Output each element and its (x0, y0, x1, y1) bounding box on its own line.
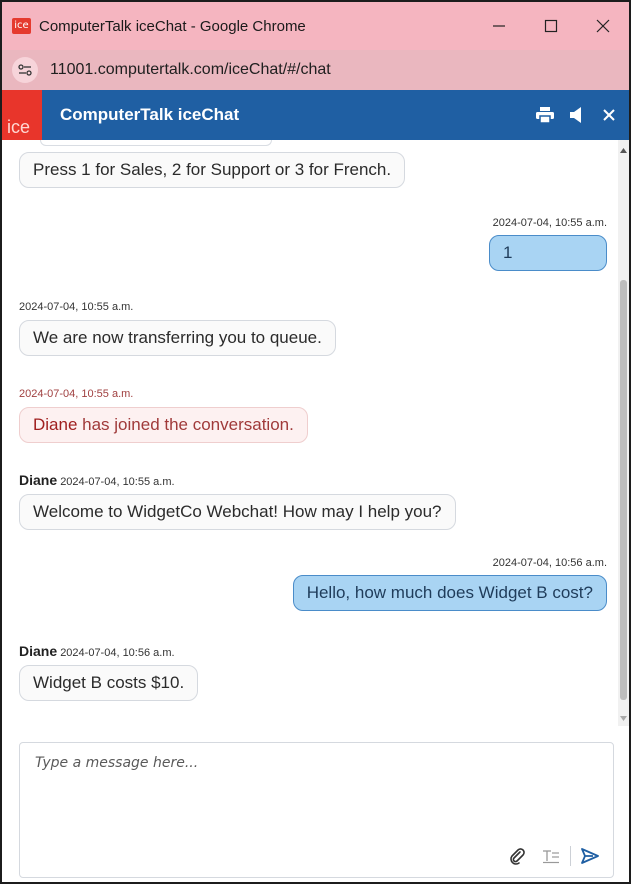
message-timestamp: 2024-07-04, 10:55 a.m. (19, 301, 134, 313)
scroll-thumb[interactable] (620, 280, 627, 700)
sender-name: Diane (19, 472, 58, 488)
printer-icon (536, 107, 554, 123)
message-bubble: Widget B costs $10. (19, 665, 199, 701)
message-timestamp: 2024-07-04, 10:56 a.m. (60, 647, 175, 659)
ice-logo: ice (2, 90, 42, 140)
message-list[interactable]: Press 1 for Sales, 2 for Support or 3 fo… (2, 140, 629, 726)
agent-name: Diane (33, 415, 78, 434)
text-format-button[interactable] (534, 843, 568, 869)
message-bubble: Welcome to WidgetCo Webchat! How may I h… (19, 494, 456, 530)
maximize-button[interactable] (525, 2, 577, 50)
system-text: has joined the conversation. (77, 415, 294, 434)
maximize-icon (544, 19, 558, 33)
chat-header: ice ComputerTalk iceChat (2, 90, 629, 140)
message-bubble: We are now transferring you to queue. (19, 320, 336, 356)
send-icon (581, 848, 599, 864)
window-controls (473, 2, 629, 50)
message-timestamp: 2024-07-04, 10:56 a.m. (492, 557, 607, 569)
attach-button[interactable] (500, 843, 534, 869)
message-incoming: Diane 2024-07-04, 10:55 a.m. Welcome to … (19, 472, 456, 530)
browser-window: ice ComputerTalk iceChat - Google Chrome… (0, 0, 631, 884)
url-text[interactable]: 11001.computertalk.com/iceChat/#/chat (50, 61, 331, 79)
divider (570, 846, 571, 866)
minimize-icon (493, 25, 505, 27)
speaker-icon (570, 107, 581, 123)
scroll-down-arrow[interactable] (619, 712, 628, 724)
close-window-button[interactable] (577, 2, 629, 50)
close-icon (603, 109, 615, 121)
message-bubble: Press 1 for Sales, 2 for Support or 3 fo… (19, 152, 406, 188)
header-actions (529, 90, 625, 140)
minimize-button[interactable] (473, 2, 525, 50)
chat-title: ComputerTalk iceChat (60, 105, 240, 124)
message-incoming: Press 1 for Sales, 2 for Support or 3 fo… (19, 152, 406, 188)
address-bar: 11001.computertalk.com/iceChat/#/chat (2, 50, 629, 90)
close-chat-button[interactable] (593, 90, 625, 140)
message-outgoing: 2024-07-04, 10:55 a.m. 1 (489, 217, 607, 271)
sound-button[interactable] (561, 90, 593, 140)
message-system: 2024-07-04, 10:55 a.m. Diane has joined … (19, 388, 308, 443)
compose-box (19, 742, 614, 878)
message-incoming: 2024-07-04, 10:55 a.m. We are now transf… (19, 301, 336, 356)
site-settings-button[interactable] (12, 57, 38, 83)
message-bubble: 1 (489, 235, 607, 271)
window-title: ComputerTalk iceChat - Google Chrome (39, 17, 306, 35)
partial-message (40, 140, 272, 146)
caret-down-icon (620, 715, 627, 721)
message-timestamp: 2024-07-04, 10:55 a.m. (492, 217, 607, 229)
print-button[interactable] (529, 90, 561, 140)
scroll-up-arrow[interactable] (619, 144, 628, 156)
logo-text: ice (7, 117, 31, 137)
close-icon (596, 19, 610, 33)
compose-actions (500, 843, 607, 869)
message-timestamp: 2024-07-04, 10:55 a.m. (60, 476, 175, 488)
text-format-icon (543, 850, 559, 864)
message-incoming: Diane 2024-07-04, 10:56 a.m. Widget B co… (19, 643, 199, 701)
app-icon: ice (12, 18, 31, 34)
title-bar: ice ComputerTalk iceChat - Google Chrome (2, 2, 629, 50)
send-button[interactable] (573, 843, 607, 869)
message-bubble: Hello, how much does Widget B cost? (292, 575, 607, 611)
caret-up-icon (620, 147, 627, 153)
message-input[interactable] (20, 743, 613, 838)
site-info-icon (18, 64, 32, 76)
paperclip-icon (510, 848, 525, 865)
message-outgoing: 2024-07-04, 10:56 a.m. Hello, how much d… (292, 557, 607, 611)
system-bubble: Diane has joined the conversation. (19, 407, 308, 443)
sender-name: Diane (19, 643, 58, 659)
scrollbar[interactable] (618, 140, 629, 726)
message-timestamp: 2024-07-04, 10:55 a.m. (19, 388, 134, 400)
